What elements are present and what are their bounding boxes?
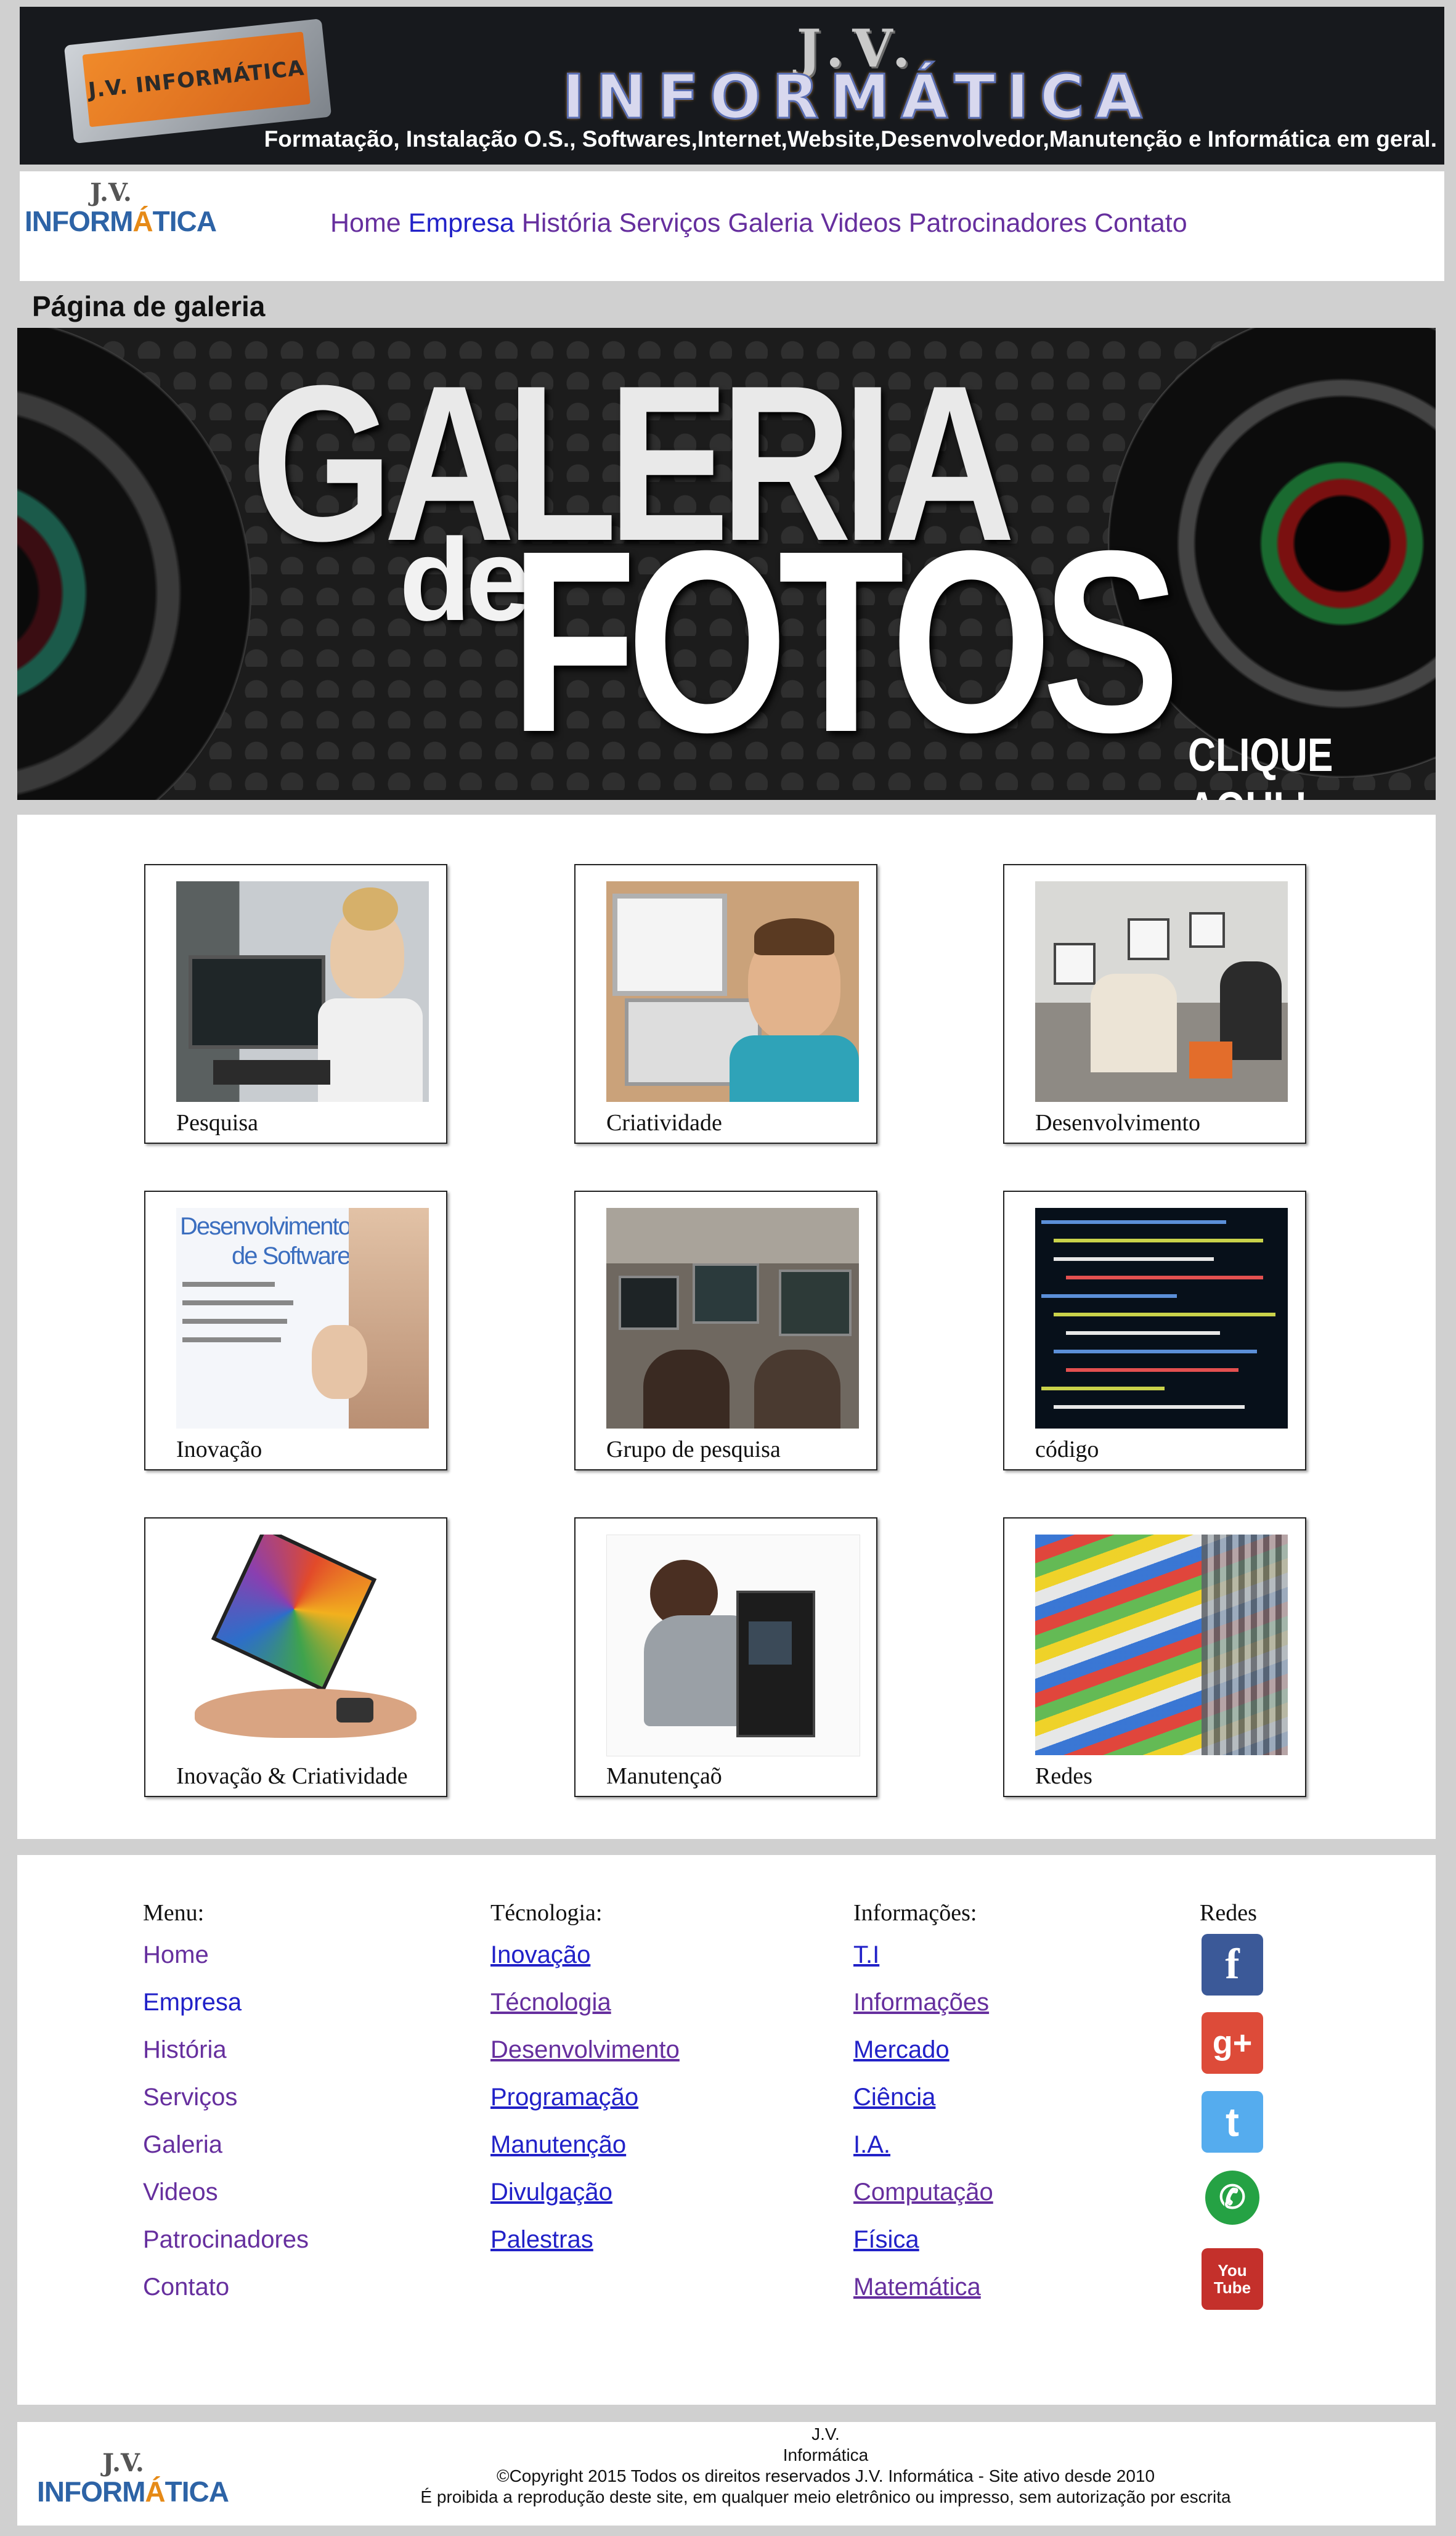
logo-line2b: Á [132,205,153,237]
photo-codigo [1035,1208,1288,1429]
footer-copyright: ©Copyright 2015 Todos os direitos reserv… [496,2466,1155,2485]
facebook-icon[interactable]: f [1202,1934,1263,1996]
gallery-caption: código [1035,1437,1099,1462]
gallery-caption: Manutençaõ [606,1763,722,1789]
top-banner: J.V. INFORMÁTICA J.V. INFORMÁTICA Format… [20,7,1444,165]
gallery-caption: Redes [1035,1763,1092,1789]
google-plus-icon[interactable]: g+ [1202,2012,1263,2074]
gallery-card-pesquisa[interactable]: Pesquisa [144,864,447,1144]
photo-inovacao-criatividade [176,1535,429,1755]
banner-brand-title: INFORMÁTICA [561,62,1153,134]
photo-redes [1035,1535,1288,1755]
camera-lens-left-image [17,328,251,800]
footer-info-informacoes[interactable]: Informações [853,1989,989,2016]
youtube-icon[interactable]: You Tube [1202,2248,1263,2310]
footer-info-ti[interactable]: T.I [853,1941,879,1969]
gallery-caption: Grupo de pesquisa [606,1437,781,1462]
footer-menu-galeria[interactable]: Galeria [143,2131,222,2159]
gallery-caption: Inovação & Criatividade [176,1763,408,1789]
whatsapp-icon[interactable]: ✆ [1205,2171,1259,2225]
footer-tech-manutencao[interactable]: Manutenção [490,2131,626,2159]
footer-menu-title: Menu: [143,1900,205,1926]
footer-info-title: Informações: [853,1900,977,1926]
banner-tagline: Formatação, Instalação O.S., Softwares,I… [264,126,1437,152]
footer-tech-tecnologia[interactable]: Técnologia [490,1989,611,2016]
gallery-card-inovacao-criatividade[interactable]: Inovação & Criatividade [144,1517,447,1797]
footer-logo-line2b: Á [145,2476,165,2508]
footer-menu-home[interactable]: Home [143,1941,209,1969]
gallery-caption: Pesquisa [176,1110,258,1136]
footer-tech-desenvolvimento[interactable]: Desenvolvimento [490,2036,680,2064]
nav-home[interactable]: Home [330,208,401,239]
footer-tech-programacao[interactable]: Programação [490,2084,638,2111]
footer-logo-line1: J.V. [102,2448,144,2477]
footer-menu-historia[interactable]: História [143,2036,227,2064]
footer-logo-line2a: INFORM [37,2476,145,2508]
nav-galeria[interactable]: Galeria [728,208,813,239]
footer-menu-servicos[interactable]: Serviços [143,2084,237,2111]
software-title-2: de Software [232,1242,351,1270]
logo-line2a: INFORM [25,205,133,237]
footer-social-title: Redes [1200,1900,1257,1926]
nav-videos[interactable]: Videos [821,208,901,239]
twitter-icon[interactable]: t [1202,2091,1263,2153]
nav-patrocinadores[interactable]: Patrocinadores [909,208,1087,239]
site-logo[interactable]: J.V. INFORMÁTICA [25,178,217,248]
hero-cta[interactable]: CLIQUE AQUI ! [1188,728,1391,800]
footer-tech-title: Técnologia: [490,1900,603,1926]
gallery-card-redes[interactable]: Redes [1003,1517,1306,1797]
gallery-caption: Inovação [176,1437,262,1462]
footer-notice: É proibida a reprodução deste site, em q… [420,2487,1231,2506]
gallery-caption: Criatividade [606,1110,722,1136]
hero-title-fotos: FOTOS [510,497,1180,786]
footer-info-mercado[interactable]: Mercado [853,2036,950,2064]
gallery-card-desenvolvimento[interactable]: Desenvolvimento [1003,864,1306,1144]
footer-menu-videos[interactable]: Videos [143,2179,218,2206]
nav-historia[interactable]: História [522,208,612,239]
footer-info-matematica[interactable]: Matemática [853,2273,981,2301]
page-title: Página de galeria [32,290,266,322]
photo-manutencao [606,1535,860,1756]
photo-inovacao: Desenvolvimento de Software [176,1208,429,1429]
gallery-card-manutencao[interactable]: Manutençaõ [574,1517,877,1797]
software-title-1: Desenvolvimento [180,1213,352,1240]
gallery-card-grupo-de-pesquisa[interactable]: Grupo de pesquisa [574,1191,877,1470]
gallery-card-inovacao[interactable]: Desenvolvimento de Software Inovação [144,1191,447,1470]
footer-info-ciencia[interactable]: Ciência [853,2084,935,2111]
nav-empresa[interactable]: Empresa [409,208,514,239]
footer-logo-line2c: TICA [165,2476,229,2508]
footer-tech-divulgacao[interactable]: Divulgação [490,2179,612,2206]
gallery-hero-banner[interactable]: GALERIA de FOTOS CLIQUE AQUI ! [17,328,1436,800]
footer-info-fisica[interactable]: Física [853,2226,919,2254]
photo-desenvolvimento [1035,881,1288,1102]
monitor-label: J.V. INFORMÁTICA [87,55,306,104]
footer-menu-patrocinadores[interactable]: Patrocinadores [143,2226,309,2254]
footer-info-computacao[interactable]: Computação [853,2179,993,2206]
logo-line1: J.V. [90,178,132,207]
footer-info-ia[interactable]: I.A. [853,2131,890,2159]
footer-menu-contato[interactable]: Contato [143,2273,229,2301]
footer-company-line1: J.V. [811,2424,840,2444]
photo-pesquisa [176,881,429,1102]
gallery-caption: Desenvolvimento [1035,1110,1201,1136]
nav-servicos[interactable]: Serviços [619,208,721,239]
footer-menu-empresa[interactable]: Empresa [143,1989,242,2016]
photo-grupo-de-pesquisa [606,1208,859,1429]
hero-title-de: de [399,515,531,645]
footer-tech-palestras[interactable]: Palestras [490,2226,593,2254]
footer-logo[interactable]: J.V. INFORMÁTICA [37,2448,229,2518]
footer-tech-inovacao[interactable]: Inovação [490,1941,590,1969]
logo-line2c: TICA [152,205,217,237]
nav-contato[interactable]: Contato [1094,208,1187,239]
main-nav: Home Empresa História Serviços Galeria V… [330,208,1187,239]
footer-company-line2: Informática [783,2445,869,2465]
photo-criatividade [606,881,859,1102]
gallery-card-codigo[interactable]: código [1003,1191,1306,1470]
gallery-card-criatividade[interactable]: Criatividade [574,864,877,1144]
